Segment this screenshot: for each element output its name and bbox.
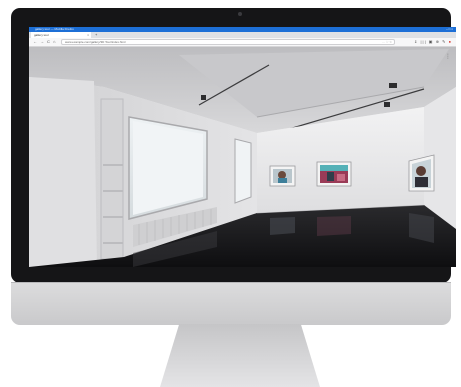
toolbar-icons[interactable]: ⇓ ||| ▣ ⊕ ✎ ● xyxy=(414,38,452,46)
gallery-scene[interactable] xyxy=(29,47,456,267)
portrait-artwork-right[interactable] xyxy=(408,154,435,192)
url-field[interactable]: www.example.com/gallery/3D Tour/index.ht… xyxy=(61,39,395,45)
screen: gallery tour — Mozilla Firefox – □ × gal… xyxy=(29,27,456,267)
monitor-chin xyxy=(11,282,451,325)
forward-icon[interactable]: → xyxy=(40,38,44,46)
reload-icon[interactable]: C xyxy=(47,38,50,46)
spotlight xyxy=(201,95,206,100)
spotlight xyxy=(389,83,397,88)
url-actions[interactable]: ··· ♡ ☆ xyxy=(382,40,392,44)
gallery-3d-view[interactable]: ⋮ xyxy=(29,47,456,267)
toolbar-icon-group[interactable]: ⇓ ||| ▣ ⊕ ✎ xyxy=(414,39,446,44)
home-icon[interactable]: ⌂ xyxy=(53,38,55,46)
tab-label: gallery tour xyxy=(34,33,49,37)
webcam-dot xyxy=(238,12,242,16)
url-text: www.example.com/gallery/3D Tour/index.ht… xyxy=(65,40,126,44)
spotlight xyxy=(384,102,390,107)
side-window xyxy=(234,138,252,204)
monitor-stand xyxy=(160,324,320,387)
navigation-bar: ← → C ⌂ www.example.com/gallery/3D Tour/… xyxy=(29,38,456,47)
interior-artwork-center[interactable] xyxy=(316,161,352,187)
extension-icon[interactable]: ● xyxy=(449,39,452,44)
portrait-artwork-left[interactable] xyxy=(269,165,296,187)
back-icon[interactable]: ← xyxy=(33,38,37,46)
more-options-icon[interactable]: ⋮ xyxy=(445,53,451,60)
shelving-niche xyxy=(100,98,124,260)
left-wall-near xyxy=(29,77,97,267)
